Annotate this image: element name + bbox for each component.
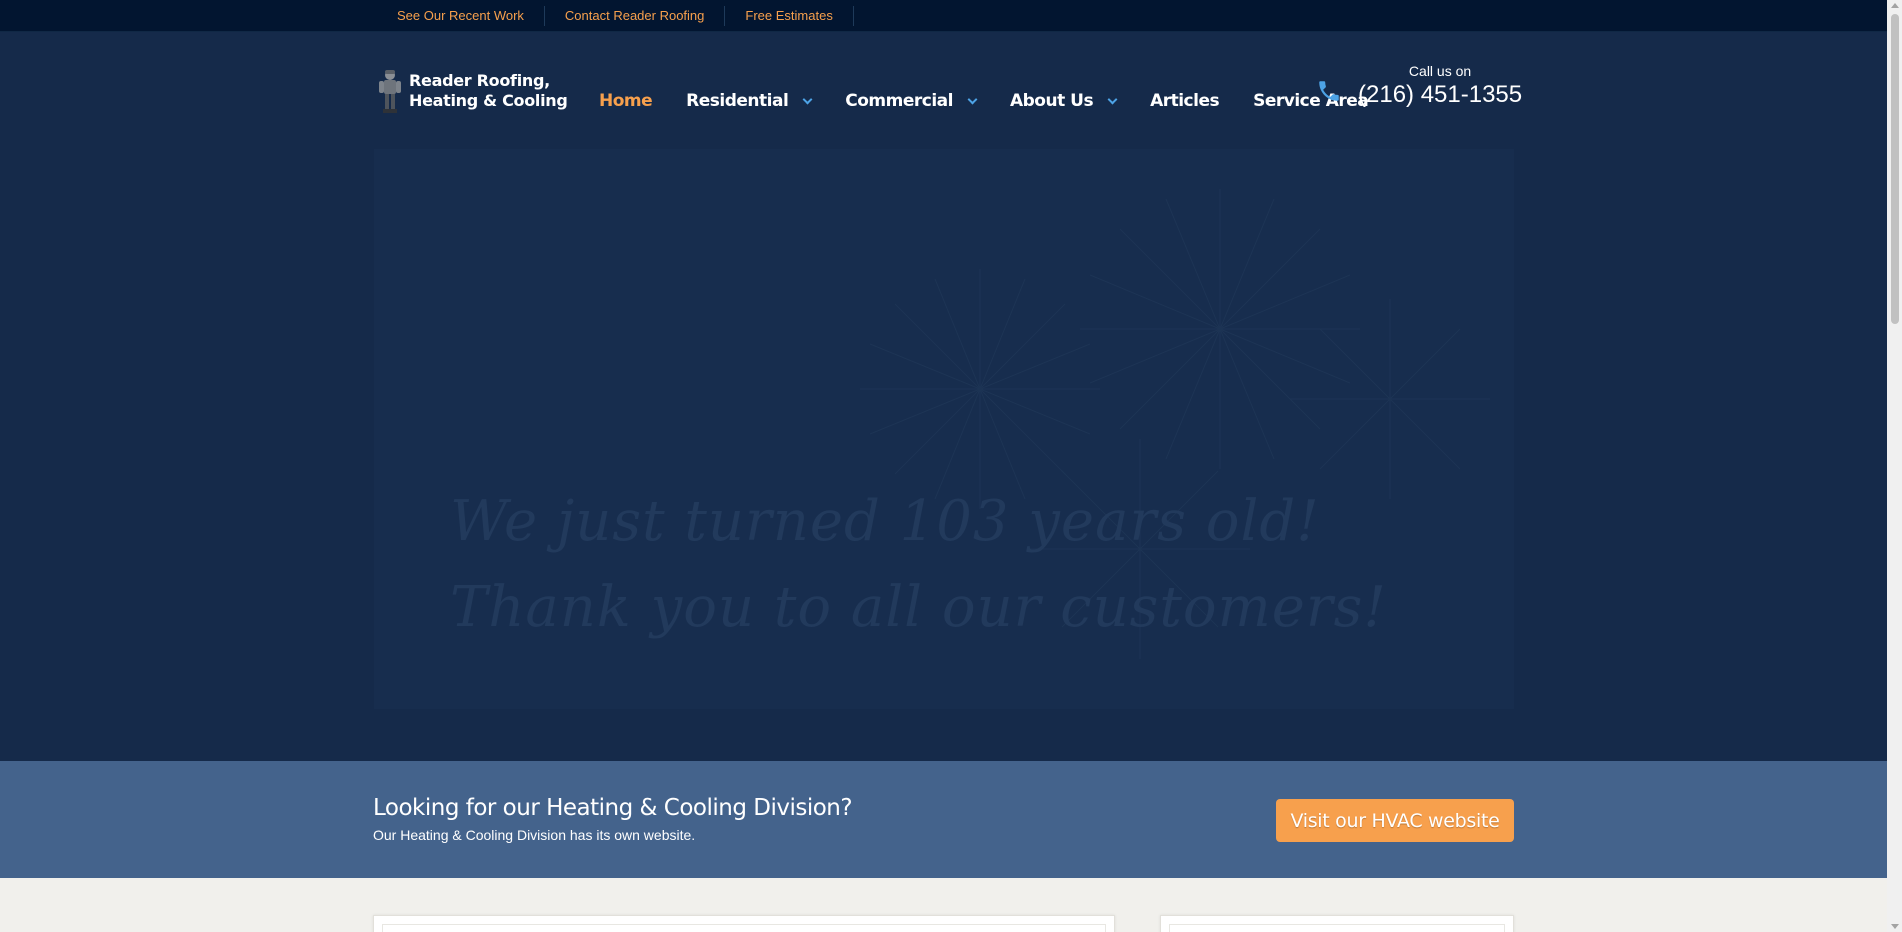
scroll-up-arrow-icon[interactable] <box>1891 3 1899 8</box>
hvac-title: Looking for our Heating & Cooling Divisi… <box>373 795 853 821</box>
top-links: See Our Recent Work Contact Reader Roofi… <box>377 0 854 32</box>
top-utility-bar: See Our Recent Work Contact Reader Roofi… <box>0 0 1887 32</box>
nav-label: Residential <box>686 91 789 111</box>
phone-icon[interactable] <box>1316 78 1342 104</box>
hero-line-1: We just turned 103 years old! <box>450 489 1320 554</box>
hero-banner: We just turned 103 years old! Thank you … <box>0 149 1887 761</box>
nav-label: Service Area <box>1253 91 1369 111</box>
hvac-subtitle: Our Heating & Cooling Division has its o… <box>373 827 696 843</box>
site-header: Reader Roofing, Heating & Cooling Home R… <box>0 33 1887 149</box>
nav-label: Commercial <box>845 91 953 111</box>
recent-work-link[interactable]: See Our Recent Work <box>377 6 545 26</box>
hero-line-2: Thank you to all our customers! <box>450 575 1387 640</box>
nav-item-commercial[interactable]: Commercial <box>845 91 978 111</box>
nav-label: Home <box>599 91 653 111</box>
scroll-thumb[interactable] <box>1891 14 1899 324</box>
main-nav: Home Residential Commercial About Us Art… <box>599 91 1402 111</box>
nav-item-home[interactable]: Home <box>599 91 653 111</box>
page-scrollbar[interactable] <box>1887 0 1902 932</box>
nav-item-residential[interactable]: Residential <box>686 91 813 111</box>
nav-label: About Us <box>1009 91 1094 111</box>
call-us-block: Call us on (216) 451-1355 <box>1358 63 1522 109</box>
logo-text: Reader Roofing, Heating & Cooling <box>409 71 568 111</box>
content-section <box>0 878 1887 932</box>
chevron-down-icon <box>802 94 813 104</box>
content-card-main <box>373 915 1115 932</box>
contact-link[interactable]: Contact Reader Roofing <box>545 6 726 26</box>
visit-hvac-button[interactable]: Visit our HVAC website <box>1276 799 1514 842</box>
nav-item-articles[interactable]: Articles <box>1150 91 1220 111</box>
nav-label: Articles <box>1150 91 1220 111</box>
phone-number[interactable]: (216) 451-1355 <box>1358 81 1522 109</box>
chevron-down-icon <box>1107 94 1118 104</box>
logo-line-1: Reader Roofing, <box>409 71 550 90</box>
site-logo[interactable]: Reader Roofing, Heating & Cooling <box>377 68 568 114</box>
hvac-division-band: Looking for our Heating & Cooling Divisi… <box>0 761 1887 878</box>
hero-message: We just turned 103 years old! Thank you … <box>450 479 1387 651</box>
nav-item-about-us[interactable]: About Us <box>1009 91 1118 111</box>
content-card-sidebar <box>1160 915 1514 932</box>
call-label: Call us on <box>1408 63 1472 79</box>
free-estimates-link[interactable]: Free Estimates <box>725 6 854 26</box>
scroll-down-arrow-icon[interactable] <box>1891 924 1899 929</box>
chevron-down-icon <box>967 94 978 104</box>
roofer-figure-icon <box>377 68 403 114</box>
logo-line-2: Heating & Cooling <box>409 91 568 110</box>
nav-item-service-area[interactable]: Service Area <box>1253 91 1369 111</box>
